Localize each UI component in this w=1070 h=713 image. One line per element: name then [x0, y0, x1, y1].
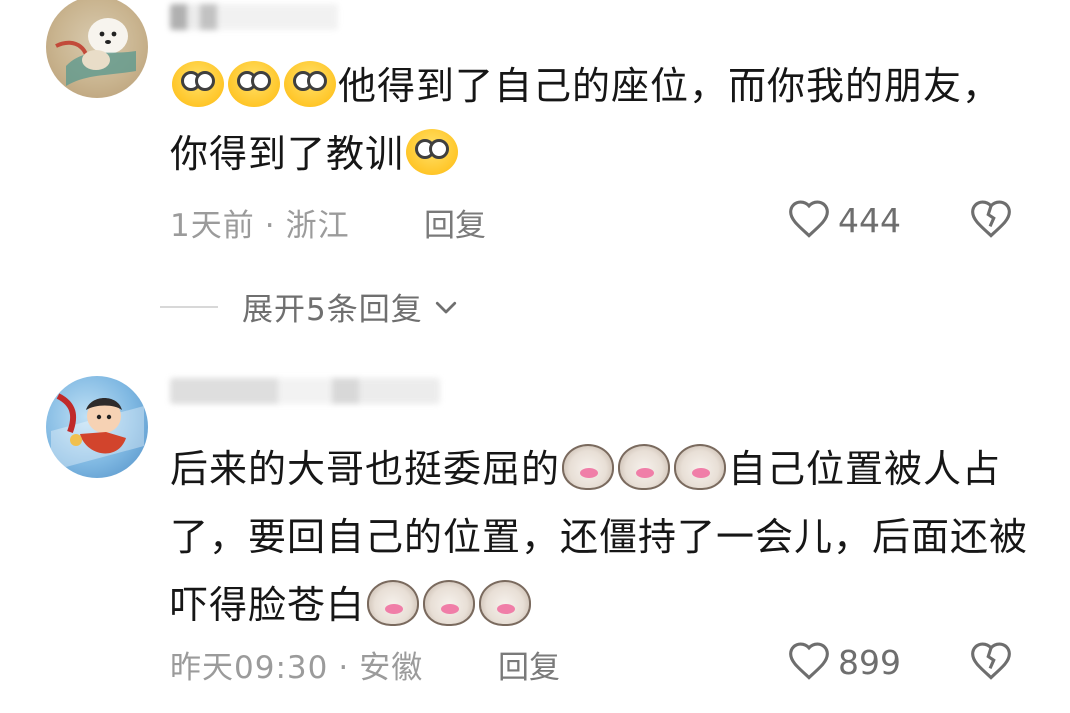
- cat-face-emoji-icon: [618, 444, 671, 490]
- crying-laughing-emoji-icon: [406, 129, 459, 175]
- avatar-illustration-icon: [55, 18, 136, 86]
- crying-laughing-emoji-icon: [172, 61, 224, 107]
- meta-separator: ·: [338, 650, 350, 686]
- like-button[interactable]: 444: [786, 198, 901, 242]
- expand-replies-label: 展开5条回复: [242, 292, 423, 328]
- dislike-button[interactable]: [968, 640, 1014, 688]
- username-blurred[interactable]: [170, 4, 338, 30]
- meta-separator: ·: [264, 208, 276, 244]
- username-blurred[interactable]: [170, 378, 440, 404]
- comment-time: 昨天09:30: [170, 650, 329, 686]
- comment-text: 他得到了自己的座位，而你我的朋友，你得到了教训: [170, 52, 1030, 188]
- reply-button[interactable]: 回复: [424, 200, 486, 245]
- chevron-down-icon: [435, 301, 456, 313]
- avatar[interactable]: [46, 0, 148, 98]
- comment-item: 他得到了自己的座位，而你我的朋友，你得到了教训 1天前 · 浙江 回复 444 展开…: [0, 0, 1070, 345]
- expand-divider: [160, 305, 218, 308]
- like-count: 899: [838, 642, 901, 682]
- comment-text: 后来的大哥也挺委屈的 自己位置被人占了，要回自己的位置，还僵持了一会儿，后面还被吓…: [170, 435, 1030, 639]
- comment-location: 安徽: [359, 650, 424, 686]
- cat-face-emoji-icon: [674, 444, 727, 490]
- crying-laughing-emoji-icon: [228, 61, 280, 107]
- comment-time: 1天前: [170, 208, 255, 244]
- broken-heart-icon: [971, 200, 1011, 238]
- comment-location: 浙江: [285, 208, 350, 244]
- reply-button[interactable]: 回复: [498, 642, 560, 687]
- comment-meta: 昨天09:30 · 安徽: [170, 642, 423, 687]
- dislike-button[interactable]: [968, 198, 1014, 246]
- comment-body-part1: 后来的大哥也挺委屈的: [170, 447, 561, 491]
- comment-item: 后来的大哥也挺委屈的 自己位置被人占了，要回自己的位置，还僵持了一会儿，后面还被吓…: [0, 370, 1070, 713]
- cat-face-emoji-icon: [479, 580, 532, 626]
- cat-face-emoji-icon: [367, 580, 420, 626]
- expand-replies-button[interactable]: 展开5条回复: [160, 284, 461, 329]
- avatar-illustration-icon: [51, 393, 144, 471]
- heart-outline-icon: [789, 200, 829, 238]
- cat-face-emoji-icon: [562, 444, 615, 490]
- like-button[interactable]: 899: [786, 640, 901, 684]
- heart-outline-icon: [789, 642, 829, 680]
- comment-meta: 1天前 · 浙江: [170, 200, 350, 245]
- avatar[interactable]: [46, 376, 148, 478]
- cat-face-emoji-icon: [423, 580, 476, 626]
- crying-laughing-emoji-icon: [284, 61, 336, 107]
- like-count: 444: [838, 200, 901, 240]
- broken-heart-icon: [971, 642, 1011, 680]
